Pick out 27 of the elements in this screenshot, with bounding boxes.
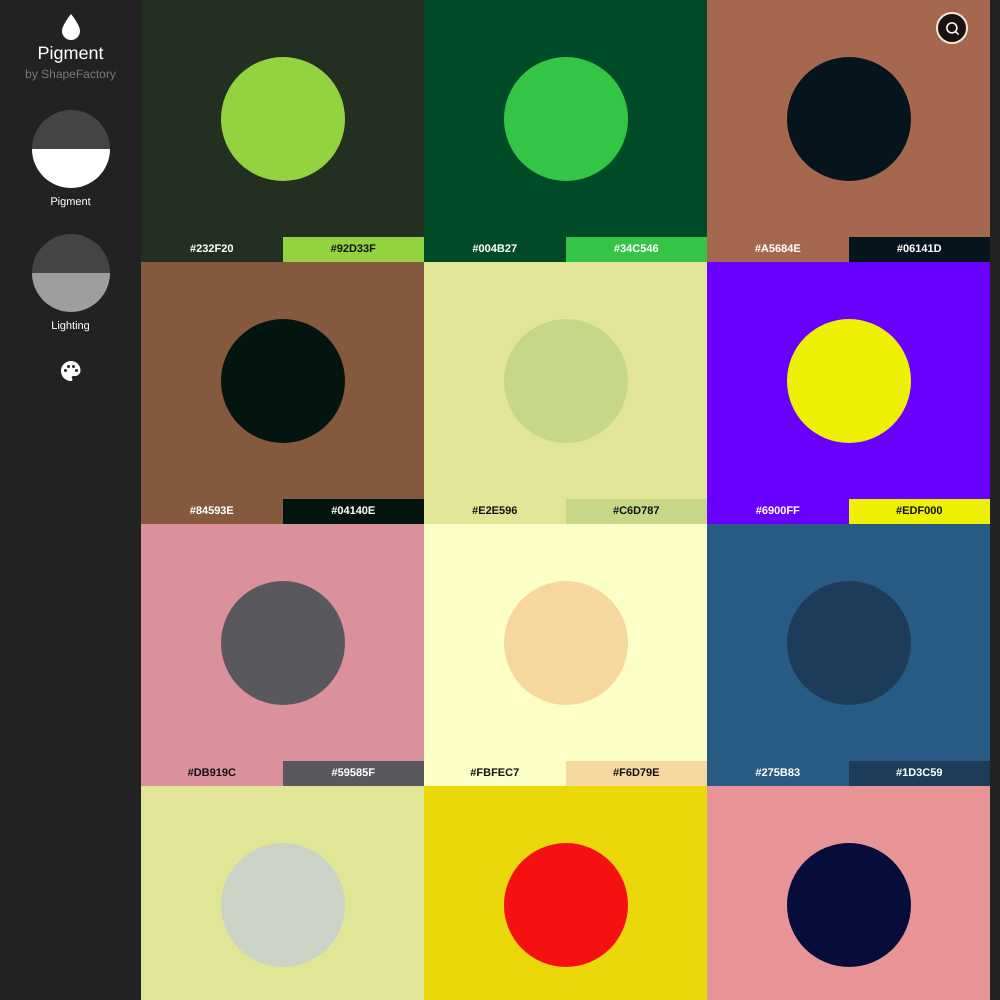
shape-color-code: #04140E bbox=[282, 499, 424, 524]
app-title: Pigment bbox=[37, 42, 104, 64]
palette-icon[interactable] bbox=[58, 358, 82, 382]
pigment-icon[interactable] bbox=[32, 110, 110, 188]
shape-color-code: #C6D787 bbox=[566, 499, 707, 524]
background-color-code: #6900FF bbox=[707, 499, 848, 524]
background-color-code: #232F20 bbox=[141, 237, 282, 262]
droplet-icon bbox=[62, 14, 80, 40]
background-color-code: #A5684E bbox=[707, 237, 848, 262]
shape-color-code: #92D33F bbox=[282, 237, 424, 262]
background-color-code: #275B83 bbox=[707, 761, 848, 786]
background-color-code: #004B27 bbox=[424, 237, 566, 262]
shape-color-code: #59585F bbox=[282, 761, 424, 786]
shape-color-code: #EDF000 bbox=[848, 499, 990, 524]
sidebar-label: Lighting bbox=[51, 319, 90, 334]
background-color-code: #DB919C bbox=[141, 761, 282, 786]
sidebar-label: Pigment bbox=[50, 194, 91, 210]
search-icon bbox=[944, 20, 960, 36]
shape-color-code: #34C546 bbox=[566, 237, 707, 262]
background-color-code: #E2E596 bbox=[424, 499, 566, 524]
shape-color-code: #F6D79E bbox=[566, 761, 707, 786]
shape-color-code: #1D3C59 bbox=[848, 761, 990, 786]
shape-color-code: #06141D bbox=[848, 237, 990, 262]
lighting-icon[interactable] bbox=[32, 234, 110, 312]
background-color-code: #84593E bbox=[141, 499, 282, 524]
app-subtitle: by ShapeFactory bbox=[25, 66, 116, 82]
background-color-code: #FBFEC7 bbox=[424, 761, 566, 786]
